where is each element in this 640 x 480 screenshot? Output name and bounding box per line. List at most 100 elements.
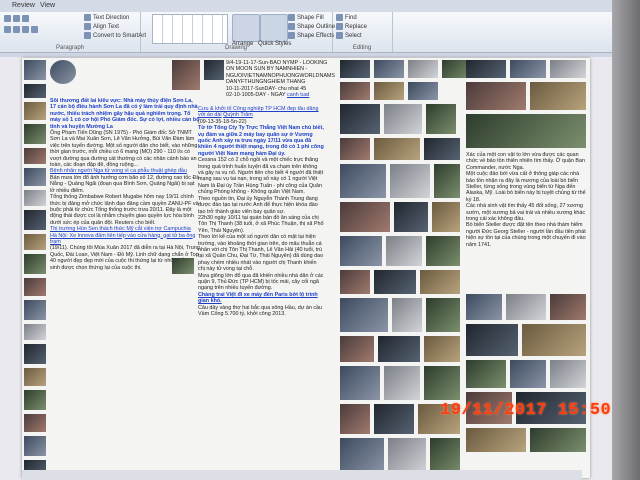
photo-thumbnail xyxy=(394,202,428,232)
shape-fill-button[interactable]: Shape Fill xyxy=(288,14,324,21)
photo-thumbnail xyxy=(374,60,404,78)
column-1-body: Tổng thống Zimbabwe Robert Mugabe hôm na… xyxy=(50,194,199,226)
column-4-body: Bò biển Steller được đặt tên theo nhà th… xyxy=(466,222,586,248)
shape-fill-label: Shape Fill xyxy=(297,15,324,22)
photo-thumbnail xyxy=(522,324,586,356)
photo-thumbnail xyxy=(424,366,460,400)
photo-thumbnail xyxy=(530,82,586,110)
photo-thumbnail xyxy=(24,300,46,320)
photo-thumbnail xyxy=(24,324,46,340)
photo-thumbnail xyxy=(384,104,422,134)
photo-thumbnail xyxy=(384,366,420,400)
photo-thumbnail xyxy=(374,82,404,100)
photo-thumbnail xyxy=(432,202,460,232)
photo-thumbnail xyxy=(24,234,46,250)
convert-smartart-button[interactable]: Convert to SmartArt xyxy=(84,32,146,39)
drawing-group-label: Drawing xyxy=(224,45,247,51)
tab-review[interactable]: Review xyxy=(12,2,35,9)
photo-thumbnail xyxy=(550,360,586,388)
header-text: 9/4-19-11-17-Sun-BAO NYMP - LOOKING ON M… xyxy=(226,60,336,86)
article-link[interactable]: Hà Nội: Xe Innova đâm liên tiếp vào cửa … xyxy=(50,233,200,246)
photo-thumbnail xyxy=(24,436,46,456)
photo-thumbnail xyxy=(204,60,224,80)
shape-outline-label: Shape Outline xyxy=(297,24,336,31)
photo-thumbnail xyxy=(340,336,374,362)
article-link[interactable]: Thị trường Hùn Sen thách thức Mỹ cắt việ… xyxy=(50,226,200,232)
align-icon[interactable] xyxy=(4,26,40,33)
select-label: Select xyxy=(345,33,362,40)
photo-thumbnail xyxy=(408,60,438,78)
text-direction-button[interactable]: Text Direction xyxy=(84,14,129,21)
shape-effects-button[interactable]: Shape Effects xyxy=(288,32,334,39)
bullet-icon[interactable] xyxy=(4,15,31,22)
replace-button[interactable]: Replace xyxy=(336,23,367,30)
photo-thumbnail xyxy=(172,258,194,274)
photo-thumbnail xyxy=(374,270,416,294)
drawing-group: Arrange Quick Styles Shape Fill Shape Ou… xyxy=(140,12,335,52)
arrange-button[interactable] xyxy=(232,14,260,42)
find-button[interactable]: Find xyxy=(336,14,357,21)
author-link[interactable]: Quỳnh Trâm xyxy=(223,112,253,118)
column-2-body: Cessna 152 có 2 chỗ ngồi và một chiếc tr… xyxy=(198,157,324,196)
photo-thumbnail xyxy=(340,138,370,160)
column-4: Xác của một con vật to lớn vừa được các … xyxy=(466,152,586,248)
photo-thumbnail xyxy=(24,84,46,98)
column-1-body: Ông Phạm Tiến Dũng (SN 1975) - Phó Giám … xyxy=(50,130,198,169)
photo-thumbnail xyxy=(388,438,426,474)
photo-thumbnail xyxy=(340,82,370,100)
column-2-header: 9/4-19-11-17-Sun-BAO NYMP - LOOKING ON M… xyxy=(226,60,336,98)
photo-thumbnail xyxy=(466,294,502,320)
photo-thumbnail xyxy=(24,414,46,432)
photo-thumbnail xyxy=(24,60,46,80)
column-2-body: Theo lời kể của một số người dân có mặt … xyxy=(198,234,324,273)
column-2-body: Mưa giông lớn đổ qua đã khiến nhiều nhà … xyxy=(198,272,324,292)
photo-thumbnail xyxy=(24,210,46,230)
photo-thumbnail xyxy=(24,168,46,186)
column-1: Sôi thương đất lai kiêu vực: Nhà máy thủ… xyxy=(50,98,200,271)
quick-styles-button[interactable] xyxy=(260,14,288,42)
photo-thumbnail xyxy=(386,236,422,266)
photo-thumbnail xyxy=(550,60,586,78)
align-text-button[interactable]: Align Text xyxy=(84,23,119,30)
column-2-body: Câu dây vàng thợ hai bắc qua sông Hầu, d… xyxy=(198,304,323,317)
convert-smartart-label: Convert to SmartArt xyxy=(93,33,147,40)
photo-thumbnail xyxy=(506,294,546,320)
photo-thumbnail xyxy=(374,404,414,434)
ruler-strip xyxy=(0,53,612,57)
photo-thumbnail xyxy=(340,366,380,400)
column-2: Cưu & khởi tố Công nghiệp TP HCM đẹp tâu… xyxy=(198,106,324,317)
header-link[interactable]: canh tuat xyxy=(287,92,309,98)
column-4-body: Các nhà sinh vật tìm thấy 45 đốt sống, 2… xyxy=(466,203,586,223)
article-title-link[interactable]: Cưu & khởi tố Công nghiệp TP HCM đẹp tâu… xyxy=(198,106,319,118)
article-link[interactable]: Chàng trai Việt đi xe máy đến Paris bởi … xyxy=(198,292,324,305)
photo-thumbnail xyxy=(24,390,46,410)
photo-thumbnail xyxy=(340,60,370,78)
photo-thumbnail xyxy=(466,82,526,110)
text-direction-label: Text Direction xyxy=(93,15,130,22)
column-2-heading: Từ tờ Tổng Cty Ty Trực Thắng Việt Nam ch… xyxy=(198,125,324,157)
column-4-body: Xác của một con vật to lớn vừa được các … xyxy=(466,152,586,171)
shape-effects-label: Shape Effects xyxy=(297,33,335,40)
select-button[interactable]: Select xyxy=(336,32,362,39)
photo-thumbnail xyxy=(466,324,518,356)
photo-thumbnail xyxy=(424,336,460,362)
column-1-body: Bản mưa lớn đổ ảnh hưởng cơn bão số 12, … xyxy=(50,174,200,194)
binoculars-icon xyxy=(336,14,343,21)
photo-thumbnail xyxy=(24,124,46,144)
photo-thumbnail xyxy=(24,190,46,206)
photo-thumbnail xyxy=(374,138,420,160)
paragraph-group-label: Paragraph xyxy=(55,45,85,51)
photo-thumbnail xyxy=(340,270,370,294)
shape-outline-button[interactable]: Shape Outline xyxy=(288,23,335,30)
photo-thumbnail xyxy=(424,138,460,160)
column-2-body: 22h30 ngày 10/11 tại quán bán đồ ăn sáng… xyxy=(198,214,324,234)
photo-thumbnail xyxy=(466,360,506,388)
shapes-gallery[interactable] xyxy=(152,14,228,44)
editing-group: Find Replace Select Editing xyxy=(332,12,393,52)
article-link[interactable]: Bệnh nhân người Nga tử vong vì ca phẫu t… xyxy=(50,168,200,174)
photo-thumbnail xyxy=(24,344,46,364)
tab-view[interactable]: View xyxy=(40,2,55,9)
photo-thumbnail xyxy=(466,60,506,78)
photo-thumbnail xyxy=(510,60,546,78)
paragraph-group: Text Direction Align Text Convert to Sma… xyxy=(0,12,146,52)
